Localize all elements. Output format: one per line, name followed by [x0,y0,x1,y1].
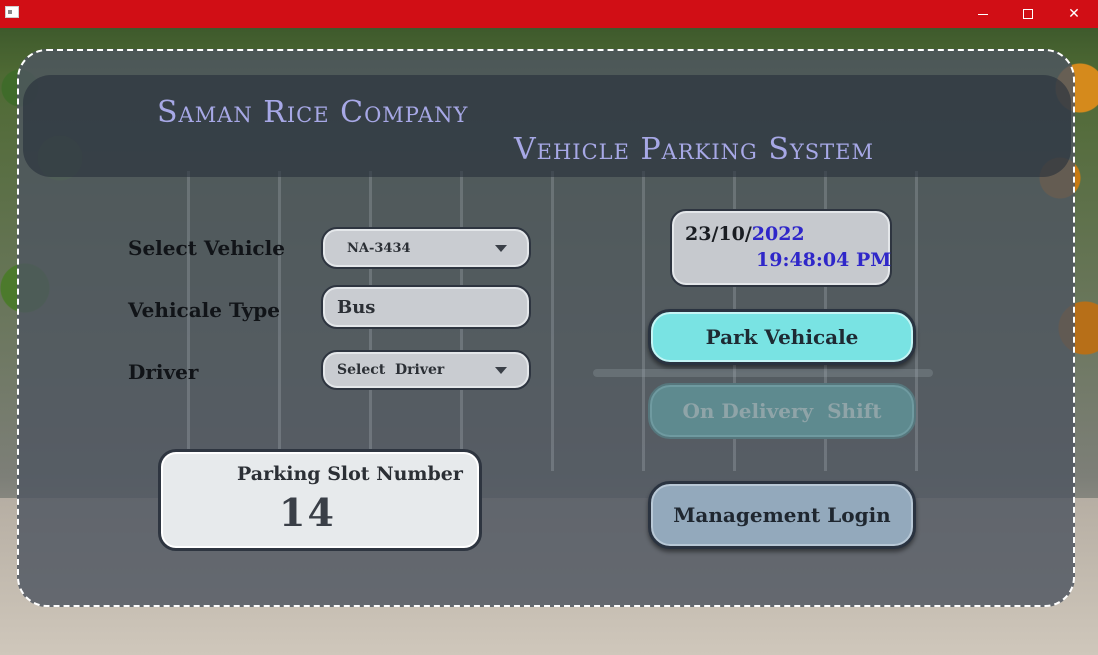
date-text: 23/10/2022 [685,223,805,245]
chevron-down-icon [495,245,507,252]
system-title: Vehicle Parking System [514,132,874,167]
select-vehicle-dropdown[interactable]: NA-3434 [321,227,531,269]
app-icon [5,6,19,18]
close-button[interactable]: ✕ [1051,0,1097,28]
close-icon: ✕ [1068,6,1080,22]
management-login-button[interactable]: Management Login [648,481,916,549]
maximize-icon [1023,9,1033,19]
vehicle-type-field[interactable]: Bus [321,285,531,329]
chevron-down-icon [495,367,507,374]
parking-slot-card: Parking Slot Number 14 [158,449,482,551]
datetime-display: 23/10/2022 19:48:04 PM [670,209,892,287]
vehicle-type-label: Vehicale Type [128,298,280,322]
select-vehicle-value: NA-3434 [347,240,411,256]
main-panel: Saman Rice Company Vehicle Parking Syste… [17,49,1075,607]
date-year: 2022 [751,223,805,245]
window-title-bar: ✕ [0,0,1098,28]
vehicle-type-value: Bus [337,296,376,318]
parking-slot-number: 14 [279,490,336,535]
parking-slot-label: Parking Slot Number [237,463,463,485]
select-vehicle-label: Select Vehicle [128,236,285,260]
time-text: 19:48:04 PM [756,249,892,271]
company-title: Saman Rice Company [157,95,469,130]
maximize-button[interactable] [1005,0,1051,28]
minimize-icon [978,13,988,15]
driver-value: Select Driver [337,362,445,378]
on-delivery-shift-button[interactable]: On Delivery Shift [648,383,916,439]
park-vehicle-button[interactable]: Park Vehicale [648,309,916,365]
driver-label: Driver [128,360,199,384]
divider-track [593,369,933,377]
date-day-month: 23/10/ [685,223,752,245]
driver-dropdown[interactable]: Select Driver [321,350,531,390]
minimize-button[interactable] [960,0,1006,28]
